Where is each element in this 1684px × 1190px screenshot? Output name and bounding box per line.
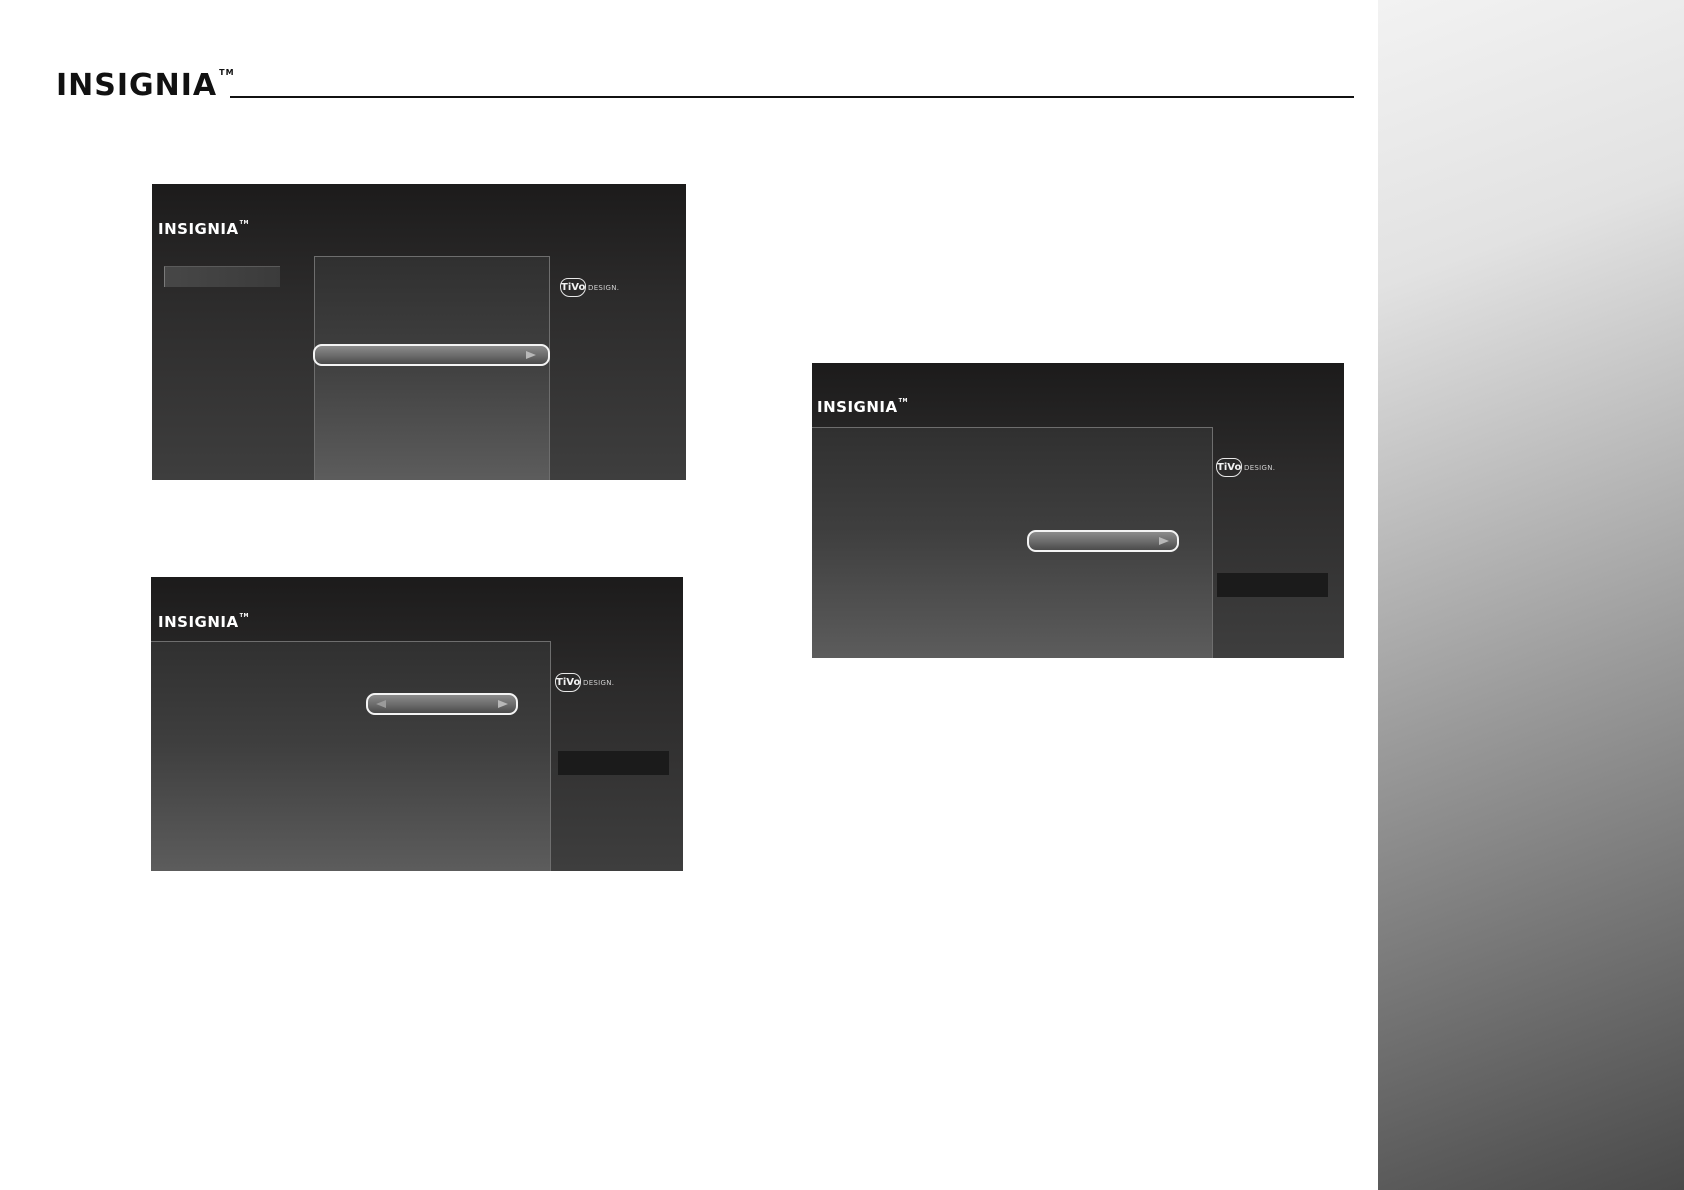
tivo-icon: TiVo — [555, 673, 581, 692]
arrow-left-icon — [376, 700, 386, 708]
info-box — [1217, 573, 1328, 597]
content-panel — [314, 256, 550, 480]
arrow-right-icon — [498, 700, 508, 708]
header-brand-text: INSIGNIA — [56, 68, 218, 103]
selected-setting-option[interactable] — [1027, 530, 1179, 552]
tv-screen-right: INSIGNIATM TiVo DESIGN. — [812, 363, 1344, 658]
arrow-right-icon — [1159, 537, 1169, 545]
content-panel — [151, 641, 551, 871]
selected-menu-option[interactable] — [313, 344, 550, 366]
tivo-design-logo: TiVo DESIGN. — [560, 278, 619, 297]
screen-insignia-logo: INSIGNIATM — [817, 398, 908, 416]
screen-insignia-logo: INSIGNIATM — [158, 613, 249, 631]
insignia-header-logo: INSIGNIA TM — [56, 66, 235, 106]
arrow-right-icon — [526, 351, 536, 359]
screen-insignia-logo: INSIGNIATM — [158, 220, 249, 238]
info-box — [558, 751, 669, 775]
tivo-design-text: DESIGN. — [583, 678, 615, 687]
tv-screen-bottom-left: INSIGNIATM TiVo DESIGN. — [151, 577, 683, 871]
tivo-design-text: DESIGN. — [588, 283, 620, 292]
tv-screen-top-left: INSIGNIATM TiVo DESIGN. — [152, 184, 686, 480]
selected-setting-option[interactable] — [366, 693, 518, 715]
header-rule — [230, 96, 1354, 98]
tivo-design-text: DESIGN. — [1244, 463, 1276, 472]
menu-sidebar-item[interactable] — [164, 266, 280, 287]
tivo-design-logo: TiVo DESIGN. — [555, 673, 614, 692]
tivo-icon: TiVo — [560, 278, 586, 297]
page-side-gradient-panel — [1378, 0, 1684, 1190]
header-trademark: TM — [219, 68, 235, 77]
tivo-icon: TiVo — [1216, 458, 1242, 477]
tivo-design-logo: TiVo DESIGN. — [1216, 458, 1275, 477]
